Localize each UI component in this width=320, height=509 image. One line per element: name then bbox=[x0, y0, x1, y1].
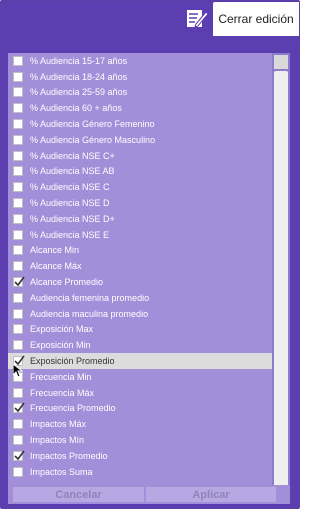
filter-list-item[interactable]: % Audiencia 60 + años bbox=[8, 100, 272, 116]
checkbox[interactable] bbox=[13, 402, 25, 414]
filter-list-item[interactable]: % Audiencia NSE AB bbox=[8, 164, 272, 180]
checkbox[interactable] bbox=[13, 466, 23, 477]
filter-list-item[interactable]: Alcance Máx bbox=[8, 258, 272, 274]
scroll-up-arrow[interactable] bbox=[274, 55, 288, 69]
footer: Cancelar Aplicar bbox=[8, 485, 290, 504]
checkbox[interactable] bbox=[13, 450, 25, 461]
checkbox[interactable] bbox=[13, 229, 23, 240]
checkbox[interactable] bbox=[13, 71, 23, 82]
filter-item-label: Audiencia maculina promedio bbox=[30, 308, 149, 319]
filter-item-label: % Audiencia 60 + años bbox=[30, 103, 122, 114]
filter-item-label: Impactos Suma bbox=[30, 466, 93, 477]
filter-item-label: Exposición Max bbox=[30, 324, 94, 335]
filter-list-item[interactable]: % Audiencia NSE E bbox=[8, 227, 272, 243]
filter-item-label: % Audiencia Género Masculino bbox=[30, 134, 156, 145]
filter-list-item[interactable]: % Audiencia NSE D+ bbox=[8, 211, 272, 227]
filter-item-label: Alcance Min bbox=[30, 245, 80, 256]
filter-item-label: Impactos Promedio bbox=[30, 450, 108, 461]
filter-list-panel: % Audiencia 15-17 años % Audiencia 18-24 … bbox=[8, 53, 290, 504]
checkbox[interactable] bbox=[13, 261, 23, 272]
filter-list-item[interactable]: Exposición Max bbox=[8, 322, 272, 338]
filter-item-label: Frecuencia Máx bbox=[30, 387, 95, 398]
checkbox[interactable] bbox=[13, 213, 23, 224]
filter-item-label: Impactos Mín bbox=[30, 435, 85, 446]
filter-list-item[interactable]: % Audiencia NSE C bbox=[8, 179, 272, 195]
filter-item-label: Exposición Min bbox=[30, 340, 91, 351]
edit-panel-frame: Cerrar edición % Audiencia 15-17 años% A… bbox=[0, 0, 300, 509]
checkbox[interactable] bbox=[13, 340, 23, 351]
filter-list-item[interactable]: Exposición Promedio bbox=[8, 353, 272, 369]
checkbox[interactable] bbox=[13, 55, 23, 66]
checkbox[interactable] bbox=[13, 276, 25, 288]
filter-item-label: % Audiencia Género Femenino bbox=[30, 119, 155, 130]
filter-list-item[interactable]: % Audiencia Género Femenino bbox=[8, 116, 272, 132]
filter-list-item[interactable]: % Audiencia NSE C+ bbox=[8, 148, 272, 164]
filter-list-item[interactable]: % Audiencia 25-59 años bbox=[8, 85, 272, 101]
checkbox[interactable] bbox=[13, 292, 23, 303]
checkbox[interactable] bbox=[13, 245, 23, 256]
filter-list-item[interactable]: Impactos Promedio bbox=[8, 448, 272, 464]
filter-list-item[interactable]: % Audiencia Género Masculino bbox=[8, 132, 272, 148]
filter-list-item[interactable]: Exposición Min bbox=[8, 337, 272, 353]
checkbox[interactable] bbox=[13, 87, 23, 98]
filter-item-label: % Audiencia 18-24 años bbox=[30, 71, 128, 82]
checkbox[interactable] bbox=[13, 308, 23, 319]
checkbox[interactable] bbox=[13, 119, 23, 130]
filter-item-label: Frecuencia Min bbox=[30, 371, 92, 382]
mouse-pointer-icon bbox=[12, 362, 24, 383]
filter-list-item[interactable]: Audiencia maculina promedio bbox=[8, 306, 272, 322]
toolbar: Cerrar edición bbox=[1, 1, 299, 37]
checkbox[interactable] bbox=[13, 134, 23, 145]
filter-list-item[interactable]: Frecuencia Promedio bbox=[8, 401, 272, 417]
filter-list-item[interactable]: Impactos Suma bbox=[8, 464, 272, 480]
checkbox[interactable] bbox=[13, 435, 23, 446]
filter-list-item[interactable]: Alcance Min bbox=[8, 243, 272, 259]
filter-item-label: Exposición Promedio bbox=[30, 356, 115, 367]
filter-list: % Audiencia 15-17 años % Audiencia 18-24 … bbox=[8, 53, 272, 480]
checkbox[interactable] bbox=[13, 419, 23, 430]
filter-list-item[interactable]: % Audiencia 15-17 años bbox=[8, 53, 272, 69]
checkbox[interactable] bbox=[13, 324, 23, 335]
scrollbar[interactable] bbox=[272, 53, 290, 504]
edit-icon[interactable] bbox=[186, 7, 209, 29]
filter-item-label: Frecuencia Promedio bbox=[30, 403, 116, 414]
filter-list-item[interactable]: Impactos Mín bbox=[8, 432, 272, 448]
filter-item-label: % Audiencia NSE AB bbox=[30, 166, 115, 177]
filter-list-item[interactable]: % Audiencia 18-24 años bbox=[8, 69, 272, 85]
filter-item-label: Audiencia femenina promedio bbox=[30, 292, 150, 303]
filter-item-label: Alcance Promedio bbox=[30, 277, 104, 288]
checkbox[interactable] bbox=[13, 387, 23, 398]
apply-button[interactable]: Aplicar bbox=[146, 487, 276, 502]
filter-item-label: % Audiencia NSE D+ bbox=[30, 213, 115, 224]
filter-item-label: Alcance Máx bbox=[30, 261, 82, 272]
filter-item-label: % Audiencia 15-17 años bbox=[30, 55, 128, 66]
checkbox[interactable] bbox=[13, 150, 23, 161]
checkbox[interactable] bbox=[13, 198, 23, 209]
filter-list-item[interactable]: Frecuencia Máx bbox=[8, 385, 272, 401]
filter-item-label: % Audiencia NSE C bbox=[30, 182, 110, 193]
filter-list-item[interactable]: Audiencia femenina promedio bbox=[8, 290, 272, 306]
filter-list-item[interactable]: % Audiencia NSE D bbox=[8, 195, 272, 211]
filter-list-item[interactable]: Alcance Promedio bbox=[8, 274, 272, 290]
filter-item-label: % Audiencia NSE D bbox=[30, 198, 110, 209]
checkbox[interactable] bbox=[13, 166, 23, 177]
filter-item-label: Impactos Máx bbox=[30, 419, 87, 430]
checkbox[interactable] bbox=[13, 103, 23, 114]
cancel-button[interactable]: Cancelar bbox=[13, 487, 144, 502]
filter-item-label: % Audiencia 25-59 años bbox=[30, 87, 128, 98]
checkbox[interactable] bbox=[13, 182, 23, 193]
filter-item-label: % Audiencia NSE C+ bbox=[30, 150, 115, 161]
scroll-thumb[interactable] bbox=[274, 71, 288, 491]
filter-item-label: % Audiencia NSE E bbox=[30, 229, 110, 240]
filter-list-item[interactable]: Impactos Máx bbox=[8, 416, 272, 432]
filter-list-item[interactable]: Frecuencia Min bbox=[8, 369, 272, 385]
close-editing-button[interactable]: Cerrar edición bbox=[213, 2, 299, 36]
